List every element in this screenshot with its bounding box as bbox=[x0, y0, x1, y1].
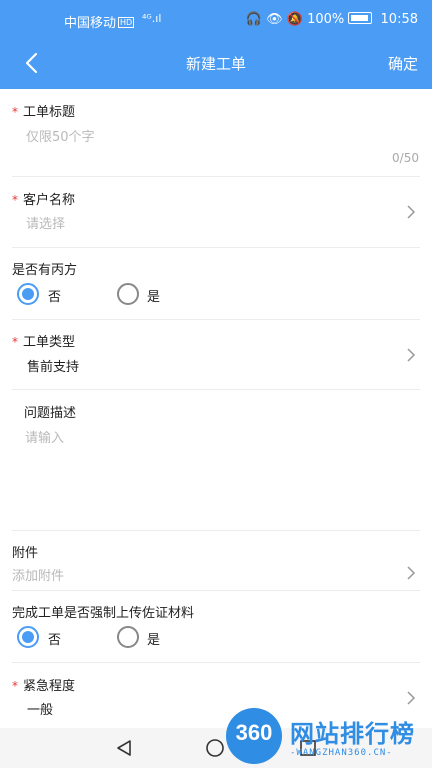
chevron-right-icon bbox=[407, 205, 416, 219]
char-counter: 0/50 bbox=[392, 151, 419, 165]
status-bar: 中国移动 HD ⁴ᴳ.ıl 🎧 👁 🔕 100% 10:58 bbox=[0, 0, 432, 40]
radio-third-party-yes[interactable] bbox=[117, 283, 139, 305]
radio-label-no: 否 bbox=[48, 633, 62, 648]
description-field[interactable]: 问题描述 请输入 bbox=[0, 390, 432, 531]
logo-badge-text: 360 bbox=[235, 720, 273, 745]
third-party-label: 是否有丙方 bbox=[12, 263, 78, 278]
page-title: 新建工单 bbox=[185, 55, 246, 73]
signal-icon: ⁴ᴳ.ıl bbox=[142, 12, 162, 25]
required-mark: * bbox=[12, 335, 18, 349]
top-bar: 中国移动 HD ⁴ᴳ.ıl 🎧 👁 🔕 100% 10:58 新建工单 确定 bbox=[0, 0, 432, 89]
radio-force-upload-yes[interactable] bbox=[117, 626, 139, 648]
chevron-right-icon bbox=[407, 691, 416, 705]
logo-domain: -WANGZHAN360.CN- bbox=[290, 748, 393, 758]
clock: 10:58 bbox=[380, 12, 418, 27]
customer-select[interactable]: 请选择 bbox=[26, 213, 65, 232]
required-mark: * bbox=[12, 193, 18, 207]
chevron-right-icon bbox=[407, 348, 416, 362]
confirm-button[interactable]: 确定 bbox=[388, 53, 418, 74]
required-mark: * bbox=[12, 679, 18, 693]
ticket-type-field[interactable]: * 工单类型 售前支持 bbox=[0, 320, 432, 390]
radio-third-party-no[interactable] bbox=[17, 283, 39, 305]
customer-label: * 客户名称 bbox=[12, 193, 76, 208]
description-label: 问题描述 bbox=[24, 406, 77, 421]
force-upload-field: 完成工单是否强制上传佐证材料 否 是 bbox=[0, 591, 432, 663]
ticket-type-label: * 工单类型 bbox=[12, 335, 76, 350]
third-party-field: 是否有丙方 否 是 bbox=[0, 248, 432, 320]
navigation-bar: 新建工单 确定 bbox=[0, 40, 432, 85]
customer-field[interactable]: * 客户名称 请选择 bbox=[0, 178, 432, 248]
home-circle-icon[interactable] bbox=[205, 738, 225, 758]
description-input[interactable]: 请输入 bbox=[25, 427, 64, 446]
watermark-logo: 360 网站排行榜 -WANGZHAN360.CN- bbox=[224, 706, 432, 768]
ticket-type-value[interactable]: 售前支持 bbox=[27, 356, 79, 375]
ticket-title-input[interactable]: 仅限50个字 bbox=[26, 126, 95, 145]
battery-percent: 100% bbox=[307, 12, 345, 27]
status-right: 🎧 👁 🔕 100% 10:58 bbox=[246, 12, 418, 27]
mute-icon: 🔕 bbox=[286, 12, 303, 27]
carrier-name: 中国移动 HD bbox=[64, 16, 135, 31]
back-triangle-icon[interactable] bbox=[114, 738, 134, 758]
urgency-value[interactable]: 一般 bbox=[27, 699, 53, 718]
logo-name: 网站排行榜 bbox=[290, 720, 415, 748]
urgency-label: * 紧急程度 bbox=[12, 679, 76, 694]
battery-icon bbox=[348, 12, 373, 24]
eye-icon: 👁 bbox=[266, 12, 283, 27]
divider bbox=[12, 176, 420, 177]
required-mark: * bbox=[12, 105, 18, 119]
hd-badge: HD bbox=[118, 17, 135, 28]
radio-label-yes: 是 bbox=[147, 290, 161, 305]
chevron-right-icon bbox=[407, 566, 416, 580]
add-attachment-link[interactable]: 添加附件 bbox=[12, 565, 64, 584]
headphones-icon: 🎧 bbox=[245, 12, 262, 27]
radio-label-yes: 是 bbox=[147, 633, 161, 648]
force-upload-label: 完成工单是否强制上传佐证材料 bbox=[12, 606, 195, 621]
radio-label-no: 否 bbox=[48, 290, 62, 305]
ticket-title-label: * 工单标题 bbox=[12, 105, 76, 120]
attachment-field[interactable]: 附件 添加附件 bbox=[0, 531, 432, 591]
ticket-title-field[interactable]: * 工单标题 仅限50个字 0/50 bbox=[0, 89, 432, 177]
attachment-label: 附件 bbox=[12, 546, 39, 561]
radio-force-upload-no[interactable] bbox=[17, 626, 39, 648]
